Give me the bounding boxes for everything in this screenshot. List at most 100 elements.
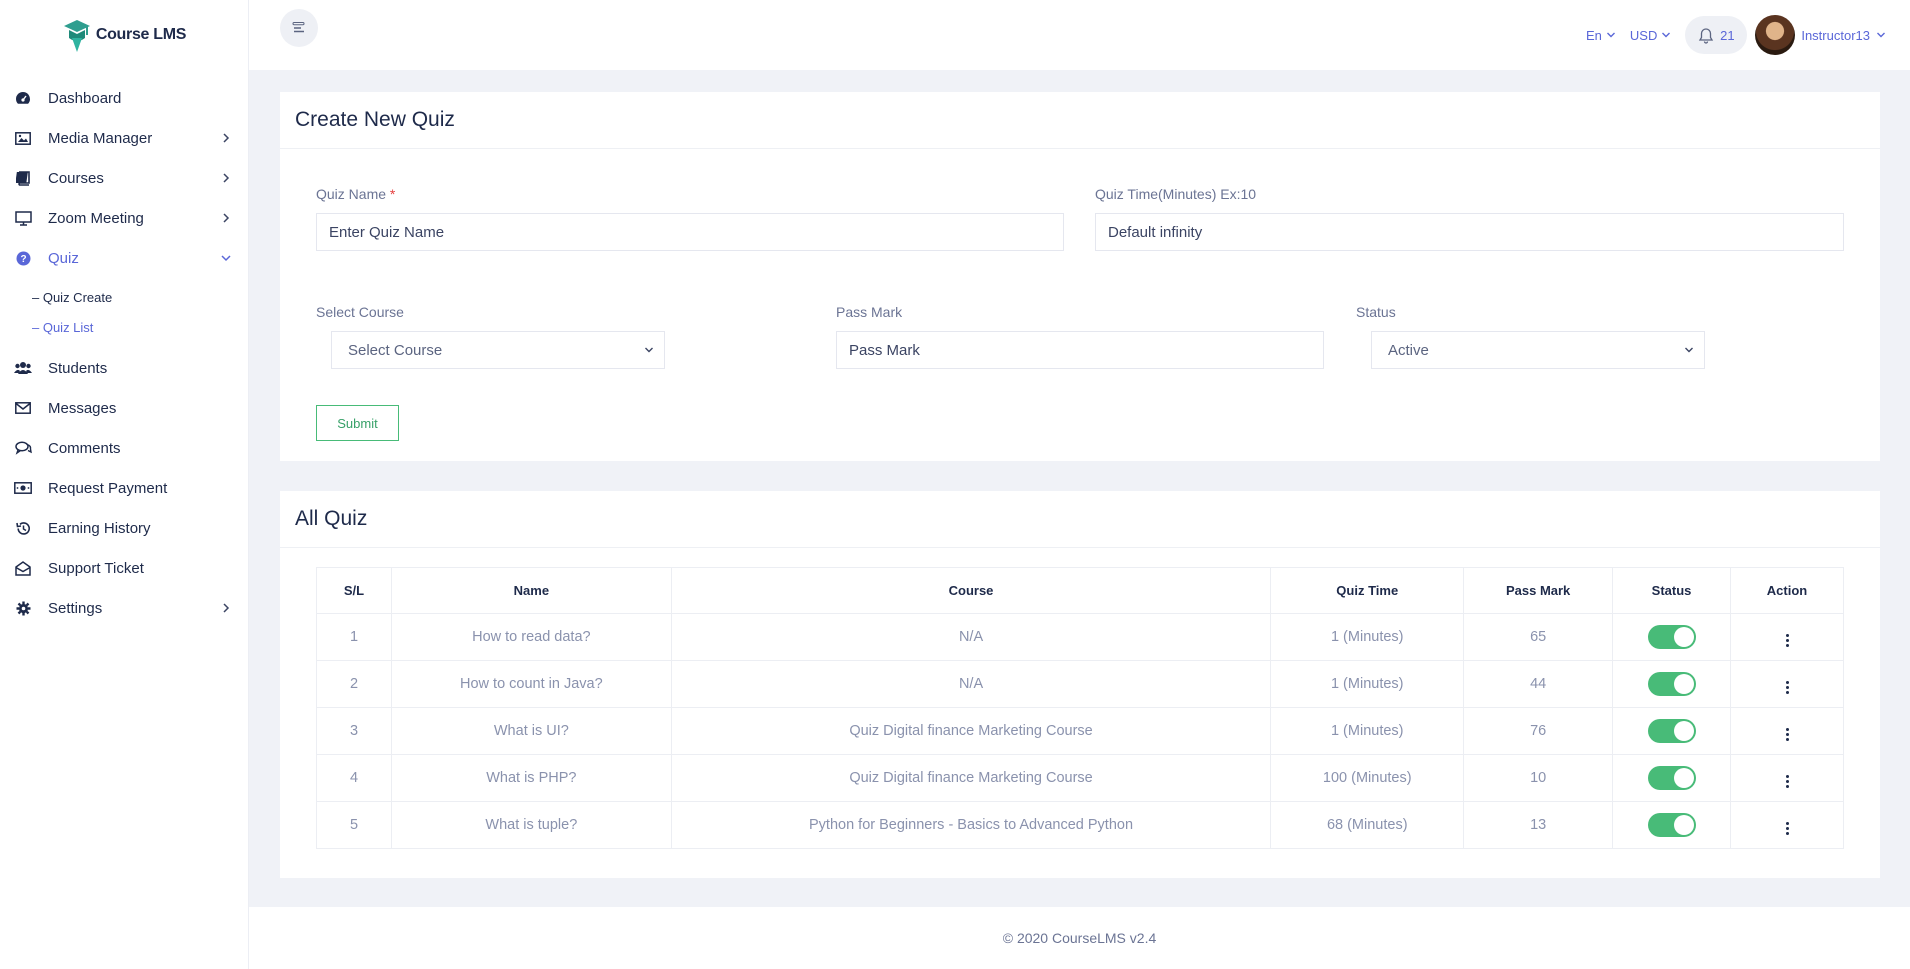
status-toggle[interactable] [1647, 672, 1696, 696]
more-vertical-icon[interactable] [1782, 820, 1793, 837]
status-select[interactable]: Active [1371, 331, 1705, 369]
quiz-name-field: Quiz Name * Enter Quiz Name [316, 186, 1064, 251]
menu-lines-icon [292, 22, 305, 33]
column-header-status: Status [1612, 567, 1732, 614]
sidebar-item-courses[interactable]: Courses [0, 158, 248, 198]
bell-icon [1698, 27, 1714, 44]
more-vertical-icon[interactable] [1782, 679, 1793, 696]
sidebar-item-request-payment[interactable]: Request Payment [0, 468, 248, 508]
sidebar-item-dashboard[interactable]: Dashboard [0, 78, 248, 118]
money-icon [14, 479, 32, 497]
language-dropdown[interactable]: En [1586, 28, 1616, 43]
cell-course: Python for Beginners - Basics to Advance… [670, 801, 1272, 849]
cell-pass-mark: 65 [1463, 613, 1614, 661]
status-toggle[interactable] [1647, 625, 1696, 649]
chevron-right-icon [223, 133, 230, 143]
sidebar-item-comments[interactable]: Comments [0, 428, 248, 468]
cell-course: Quiz Digital finance Marketing Course [670, 707, 1272, 755]
avatar[interactable] [1755, 15, 1796, 55]
cell-quiz-time: 1 (Minutes) [1270, 707, 1465, 755]
status-toggle[interactable] [1647, 766, 1696, 790]
cell-status [1612, 801, 1732, 849]
quiz-table: S/L Name Course Quiz Time Pass Mark Stat… [316, 567, 1844, 849]
submit-button[interactable]: Submit [316, 405, 399, 441]
users-icon [14, 359, 32, 377]
pass-mark-input[interactable]: Pass Mark [836, 331, 1324, 369]
column-header-course: Course [670, 567, 1272, 614]
card-header: All Quiz [280, 491, 1880, 548]
sidebar-item-earning-history[interactable]: Earning History [0, 508, 248, 548]
user-name: Instructor13 [1801, 27, 1870, 43]
course-select[interactable]: Select Course [331, 331, 665, 369]
cell-status [1612, 660, 1732, 708]
cell-pass-mark: 10 [1463, 754, 1614, 802]
status-toggle[interactable] [1647, 719, 1696, 743]
currency-dropdown[interactable]: USD [1630, 28, 1671, 43]
chevron-down-icon [1877, 32, 1885, 38]
sidebar-item-messages[interactable]: Messages [0, 388, 248, 428]
quiz-name-input[interactable]: Enter Quiz Name [316, 213, 1064, 251]
sidebar-item-media-manager[interactable]: Media Manager [0, 118, 248, 158]
language-value: En [1585, 27, 1602, 43]
sidebar-item-label: Request Payment [48, 479, 168, 497]
sidebar-item-quiz[interactable]: ? Quiz [0, 238, 248, 278]
sidebar: Course LMS Dashboard Media Manager Cours… [0, 0, 249, 969]
sidebar-item-label: Support Ticket [48, 559, 144, 577]
sidebar-item-label: Courses [48, 169, 104, 187]
status-toggle[interactable] [1647, 813, 1696, 837]
create-quiz-title: Create New Quiz [295, 108, 455, 131]
table-header-row: S/L Name Course Quiz Time Pass Mark Stat… [316, 567, 1844, 614]
table-row: 5 What is tuple? Python for Beginners - … [316, 801, 1844, 849]
more-vertical-icon[interactable] [1782, 632, 1793, 649]
chevron-right-icon [223, 213, 230, 223]
pass-mark-field: Pass Mark Pass Mark [836, 304, 1324, 369]
dashboard-icon [14, 89, 32, 107]
table-row: 4 What is PHP? Quiz Digital finance Mark… [316, 754, 1844, 802]
envelope-open-icon [14, 559, 32, 577]
user-menu-dropdown[interactable]: Instructor13 [1801, 28, 1886, 43]
question-icon: ? [14, 249, 32, 267]
sidebar-item-label: Students [48, 359, 108, 377]
sidebar-item-label: Dashboard [48, 89, 122, 107]
chevron-down-icon [1606, 32, 1615, 38]
cell-status [1612, 707, 1732, 755]
cell-quiz-time: 1 (Minutes) [1270, 660, 1465, 708]
cell-action [1730, 613, 1844, 661]
quiz-time-input[interactable]: Default infinity [1095, 213, 1844, 251]
cell-name: What is UI? [390, 707, 672, 755]
image-icon [14, 129, 32, 147]
cell-name: How to read data? [390, 613, 672, 661]
sidebar-nav: Dashboard Media Manager Courses Zoom Mee… [0, 78, 248, 628]
chevron-down-icon [1685, 347, 1693, 353]
select-course-label: Select Course [316, 304, 404, 320]
header-right: En USD 21 Instructor13 [1586, 0, 1910, 70]
cell-name: What is PHP? [390, 754, 672, 802]
column-header-pass-mark: Pass Mark [1463, 567, 1614, 614]
column-header-sl: S/L [316, 567, 392, 614]
footer: © 2020 CourseLMS v2.4 [249, 907, 1910, 969]
chevron-right-icon [223, 603, 230, 613]
sidebar-subitem-quiz-list[interactable]: – Quiz List [32, 312, 248, 342]
sidebar-item-support-ticket[interactable]: Support Ticket [0, 548, 248, 588]
sidebar-item-zoom-meeting[interactable]: Zoom Meeting [0, 198, 248, 238]
sidebar-item-settings[interactable]: Settings [0, 588, 248, 628]
cell-course: N/A [670, 613, 1272, 661]
quiz-name-label: Quiz Name * [316, 186, 396, 202]
chevron-down-icon [1662, 32, 1671, 38]
pass-mark-label: Pass Mark [836, 304, 903, 320]
more-vertical-icon[interactable] [1782, 773, 1793, 790]
cell-name: How to count in Java? [390, 660, 672, 708]
sidebar-subitem-quiz-create[interactable]: – Quiz Create [32, 282, 248, 312]
more-vertical-icon[interactable] [1782, 726, 1793, 743]
notifications-button[interactable]: 21 [1685, 16, 1748, 54]
sidebar-item-students[interactable]: Students [0, 348, 248, 388]
all-quiz-title: All Quiz [295, 507, 368, 530]
copyright-text: © 2020 CourseLMS v2.4 [1002, 930, 1157, 946]
card-header: Create New Quiz [280, 92, 1880, 149]
logo[interactable]: Course LMS [0, 0, 248, 70]
status-label: Status [1356, 304, 1396, 320]
sidebar-toggle-button[interactable] [280, 9, 318, 47]
cell-quiz-time: 1 (Minutes) [1270, 613, 1465, 661]
brand-name: Course LMS [95, 26, 187, 43]
cell-action [1730, 801, 1844, 849]
